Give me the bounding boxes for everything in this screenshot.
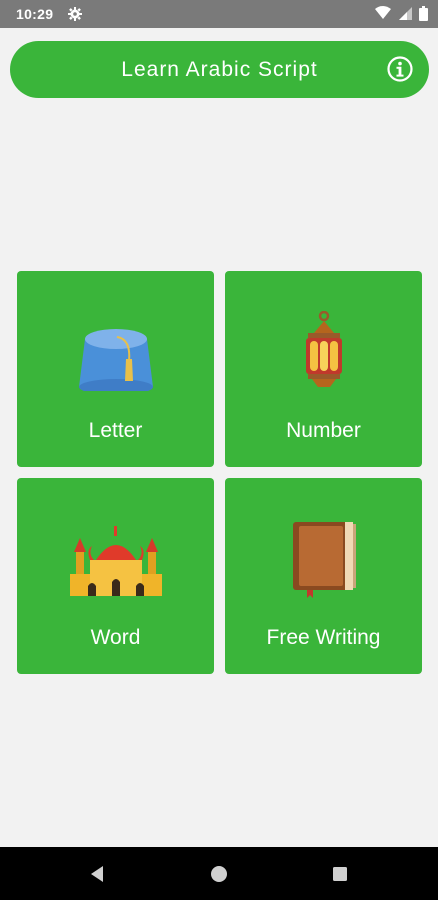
app-bar: Learn Arabic Script	[10, 41, 429, 98]
app-title: Learn Arabic Script	[121, 58, 318, 81]
home-circle-icon[interactable]	[208, 863, 230, 885]
status-time: 10:29	[16, 6, 54, 22]
wifi-icon	[375, 6, 392, 19]
battery-icon	[419, 6, 428, 21]
word-tile-label: Word	[90, 626, 141, 649]
number-tile-label: Number	[286, 419, 361, 442]
book-icon	[292, 522, 356, 598]
recents-square-icon[interactable]	[329, 863, 351, 885]
status-icons	[372, 6, 428, 22]
cellular-signal-icon	[398, 7, 412, 20]
free-writing-tile[interactable]: Free Writing	[225, 478, 422, 674]
fez-hat-icon	[78, 329, 153, 391]
word-tile[interactable]: Word	[17, 478, 214, 674]
info-icon[interactable]	[387, 56, 413, 82]
letter-tile[interactable]: Letter	[17, 271, 214, 467]
settings-gear-icon	[68, 7, 82, 21]
number-tile[interactable]: Number	[225, 271, 422, 467]
mosque-icon	[69, 526, 162, 596]
lantern-icon	[305, 311, 342, 387]
free-writing-tile-label: Free Writing	[266, 626, 381, 649]
status-bar: 10:29	[0, 0, 438, 28]
back-triangle-icon[interactable]	[87, 863, 109, 885]
navigation-bar	[0, 847, 438, 900]
letter-tile-label: Letter	[88, 419, 143, 442]
